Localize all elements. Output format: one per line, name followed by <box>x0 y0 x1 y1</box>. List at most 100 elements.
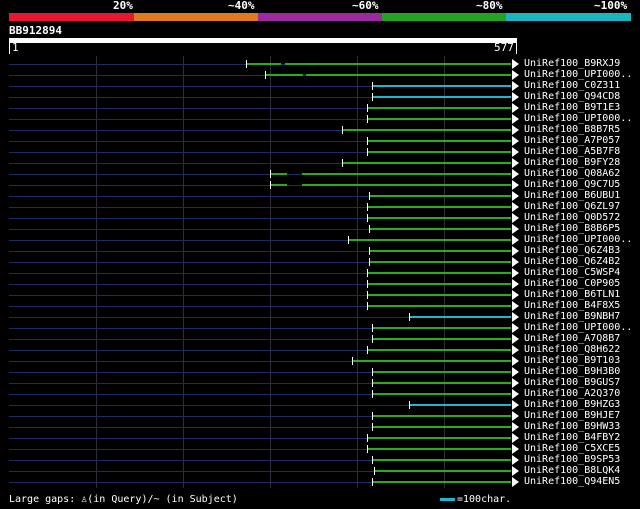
hit-track <box>9 383 373 384</box>
hit-segment[interactable] <box>367 206 511 208</box>
hit-track <box>9 97 373 98</box>
hit-label-link[interactable]: UniRef100_B9T103 <box>524 355 620 366</box>
hit-label-link[interactable]: UniRef100_A7Q8B7 <box>524 333 620 344</box>
hit-segment[interactable] <box>301 184 511 186</box>
hit-label-link[interactable]: UniRef100_B9HZG3 <box>524 399 620 410</box>
hit-label-link[interactable]: UniRef100_B6UBU1 <box>524 190 620 201</box>
hit-segment[interactable] <box>367 349 511 351</box>
hit-segment[interactable] <box>367 217 511 219</box>
grid-line <box>357 56 358 488</box>
hit-label-link[interactable]: UniRef100_Q94EN5 <box>524 476 620 487</box>
hit-segment[interactable] <box>301 173 511 175</box>
hit-label-link[interactable]: UniRef100_A5B7F8 <box>524 146 620 157</box>
hit-segment[interactable] <box>372 459 511 461</box>
hit-segment[interactable] <box>372 426 511 428</box>
hit-track <box>9 350 368 351</box>
hit-label-link[interactable]: UniRef100_UPI000.. <box>524 69 632 80</box>
hit-segment[interactable] <box>269 173 287 175</box>
hit-segment[interactable] <box>409 404 511 406</box>
hit-label-link[interactable]: UniRef100_B4FBY2 <box>524 432 620 443</box>
hit-label-link[interactable]: UniRef100_B9FY28 <box>524 157 620 168</box>
hit-label-link[interactable]: UniRef100_C5WSP4 <box>524 267 620 278</box>
hit-segment[interactable] <box>352 360 511 362</box>
hit-segment[interactable] <box>374 470 511 472</box>
hit-label-link[interactable]: UniRef100_B9RXJ9 <box>524 58 620 69</box>
hit-label-link[interactable]: UniRef100_B9GUS7 <box>524 377 620 388</box>
hit-label-link[interactable]: UniRef100_B9NBH7 <box>524 311 620 322</box>
hit-label-link[interactable]: UniRef100_B9SP53 <box>524 454 620 465</box>
hit-segment[interactable] <box>368 261 511 263</box>
hit-label-link[interactable]: UniRef100_B8B6P5 <box>524 223 620 234</box>
hit-segment[interactable] <box>367 107 511 109</box>
hit-start-tick <box>269 181 271 189</box>
grid-line <box>183 56 184 488</box>
hit-end-arrow-icon <box>512 180 519 190</box>
hit-segment[interactable] <box>367 283 511 285</box>
hit-start-tick <box>368 225 370 233</box>
hit-segment[interactable] <box>409 316 511 318</box>
hit-label-link[interactable]: UniRef100_C0P905 <box>524 278 620 289</box>
hit-start-tick <box>367 214 369 222</box>
hit-label-link[interactable]: UniRef100_B9H3B0 <box>524 366 620 377</box>
hit-label-link[interactable]: UniRef100_Q6Z4B3 <box>524 245 620 256</box>
hit-label-link[interactable]: UniRef100_A7P057 <box>524 135 620 146</box>
hit-segment[interactable] <box>368 228 511 230</box>
hit-label-link[interactable]: UniRef100_Q94CD8 <box>524 91 620 102</box>
hit-segment[interactable] <box>372 85 511 87</box>
hit-start-tick <box>367 280 369 288</box>
hit-segment[interactable] <box>285 63 511 65</box>
hit-segment[interactable] <box>367 294 511 296</box>
hit-segment[interactable] <box>372 382 511 384</box>
hit-end-arrow-icon <box>512 191 519 201</box>
hit-segment[interactable] <box>372 338 511 340</box>
hit-label-link[interactable]: UniRef100_C0Z311 <box>524 80 620 91</box>
hit-segment[interactable] <box>372 371 511 373</box>
hit-label-link[interactable]: UniRef100_B8LQK4 <box>524 465 620 476</box>
hit-label-link[interactable]: UniRef100_B9HW33 <box>524 421 620 432</box>
hit-segment[interactable] <box>367 437 511 439</box>
hit-segment[interactable] <box>367 140 511 142</box>
hit-segment[interactable] <box>265 74 303 76</box>
hit-label-link[interactable]: UniRef100_B9HJE7 <box>524 410 620 421</box>
hit-segment[interactable] <box>372 415 511 417</box>
hit-track <box>9 174 270 175</box>
hit-segment[interactable] <box>372 96 511 98</box>
hit-segment[interactable] <box>341 162 511 164</box>
hit-label-link[interactable]: UniRef100_UPI000.. <box>524 234 632 245</box>
hit-label-link[interactable]: UniRef100_UPI000.. <box>524 113 632 124</box>
hit-label-link[interactable]: UniRef100_Q6ZL97 <box>524 201 620 212</box>
hit-track <box>9 64 247 65</box>
hit-segment[interactable] <box>348 239 511 241</box>
hit-segment[interactable] <box>341 129 511 131</box>
hit-label-link[interactable]: UniRef100_UPI000.. <box>524 322 632 333</box>
hit-segment[interactable] <box>269 184 287 186</box>
hit-label-link[interactable]: UniRef100_B8B7R5 <box>524 124 620 135</box>
hit-segment[interactable] <box>367 118 511 120</box>
hit-segment[interactable] <box>306 74 511 76</box>
hit-label-link[interactable]: UniRef100_Q9C7U5 <box>524 179 620 190</box>
hit-segment[interactable] <box>372 393 511 395</box>
hit-label-link[interactable]: UniRef100_C5XCE5 <box>524 443 620 454</box>
hit-segment[interactable] <box>367 305 511 307</box>
hit-segment[interactable] <box>368 195 511 197</box>
hit-start-tick <box>265 71 267 79</box>
hit-label-link[interactable]: UniRef100_Q0D572 <box>524 212 620 223</box>
hit-label-link[interactable]: UniRef100_Q08A62 <box>524 168 620 179</box>
hit-track <box>9 240 349 241</box>
hit-segment[interactable] <box>246 63 281 65</box>
hit-start-tick <box>372 82 374 90</box>
hit-segment[interactable] <box>372 327 511 329</box>
hit-segment[interactable] <box>367 272 511 274</box>
hit-label-link[interactable]: UniRef100_Q8H622 <box>524 344 620 355</box>
hit-segment[interactable] <box>372 481 511 483</box>
hit-label-link[interactable]: UniRef100_A2Q370 <box>524 388 620 399</box>
hit-track <box>9 163 342 164</box>
hit-end-arrow-icon <box>512 422 519 432</box>
hit-segment[interactable] <box>368 250 511 252</box>
hit-segment[interactable] <box>367 448 511 450</box>
hit-label-link[interactable]: UniRef100_B4F8X5 <box>524 300 620 311</box>
hit-label-link[interactable]: UniRef100_B9T1E3 <box>524 102 620 113</box>
hit-label-link[interactable]: UniRef100_Q6Z4B2 <box>524 256 620 267</box>
hit-segment[interactable] <box>367 151 511 153</box>
hit-label-link[interactable]: UniRef100_B6TLN1 <box>524 289 620 300</box>
